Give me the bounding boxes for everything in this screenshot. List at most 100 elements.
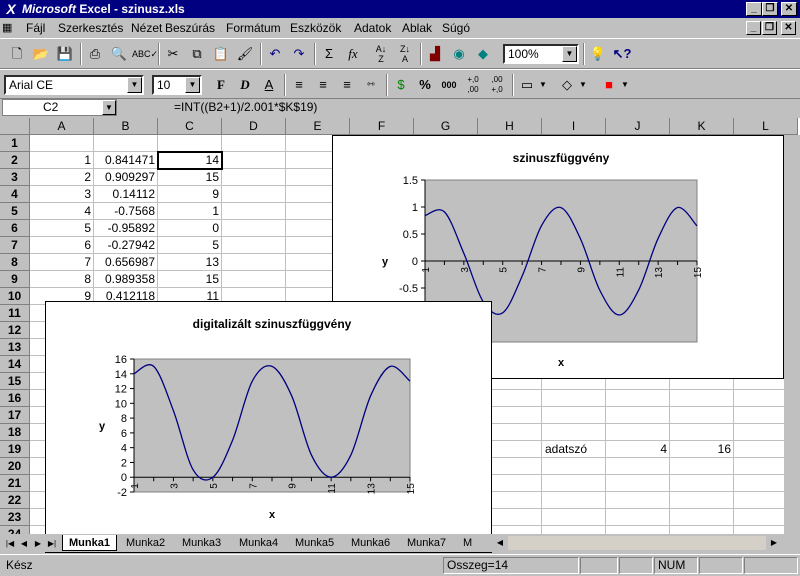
menu-view[interactable]: Nézet [131,18,162,38]
row-header-12[interactable]: 12 [0,322,30,339]
percent-button[interactable]: % [414,74,436,96]
column-header-h[interactable]: H [478,118,542,135]
menu-window[interactable]: Ablak [402,18,432,38]
column-header-d[interactable]: D [222,118,286,135]
cell[interactable]: 7 [30,254,94,271]
sheet-tab-more[interactable]: M [457,535,478,551]
excel-icon[interactable]: X [3,1,19,17]
decrease-decimal-button[interactable]: ,00 +,0 [486,74,508,96]
menu-tools[interactable]: Eszközök [290,18,341,38]
close-button[interactable]: ✕ [781,2,797,16]
cell[interactable]: 5 [158,237,222,254]
column-header-i[interactable]: I [542,118,606,135]
cell[interactable]: 0 [158,220,222,237]
menu-help[interactable]: Súgó [442,18,470,38]
cell[interactable]: adatszó [542,441,606,458]
row-header-14[interactable]: 14 [0,356,30,373]
menu-file[interactable]: Fájl [26,18,45,38]
currency-icon[interactable]: $ [390,74,412,96]
column-header-j[interactable]: J [606,118,670,135]
minimize-button[interactable]: _ [746,2,762,16]
cell[interactable]: 2 [30,169,94,186]
cell[interactable]: 13 [158,254,222,271]
help-icon[interactable]: ↖? [611,43,633,65]
column-header-c[interactable]: C [158,118,222,135]
font-name-select[interactable]: Arial CE ▼ [4,75,144,95]
increase-decimal-button[interactable]: +,0 ,00 [462,74,484,96]
first-sheet-icon[interactable]: |◀ [4,537,16,550]
italic-button[interactable]: D [234,74,256,96]
doc-minimize-button[interactable]: _ [746,21,761,35]
cell[interactable]: 0.656987 [94,254,158,271]
row-header-7[interactable]: 7 [0,237,30,254]
redo-icon[interactable]: ↷ [288,43,310,65]
chevron-down-icon[interactable]: ▼ [102,100,116,115]
cell[interactable]: 16 [670,441,734,458]
row-header-2[interactable]: 2 [0,152,30,169]
sheet-tab-munka6[interactable]: Munka6 [345,535,396,551]
sheet-tab-munka2[interactable]: Munka2 [120,535,171,551]
formula-input[interactable]: =INT((B2+1)/2.001*$K$19) [170,99,800,116]
sheet-tab-munka4[interactable]: Munka4 [233,535,284,551]
chart-digitized[interactable]: digitalizált szinuszfüggvény -2 0 2 4 6 8 10 12 1… [45,301,492,553]
cell[interactable]: 0.14112 [94,186,158,203]
chevron-down-icon[interactable]: ▼ [562,46,577,62]
cell[interactable]: 0.841471 [94,152,158,169]
spelling-icon[interactable]: ABC✓ [132,43,158,65]
cell[interactable]: 15 [158,271,222,288]
row-header-24[interactable]: 24 [0,526,30,534]
horizontal-scrollbar[interactable] [508,536,766,550]
name-box[interactable]: C2 ▼ [2,99,117,116]
underline-button[interactable]: A [258,74,280,96]
fill-color-icon[interactable]: ◇ [556,74,578,96]
chart-wizard-icon[interactable]: ▟ [424,43,446,65]
cell[interactable]: 9 [158,186,222,203]
row-header-20[interactable]: 20 [0,458,30,475]
chevron-right-icon[interactable]: ▶ [768,536,780,549]
row-header-13[interactable]: 13 [0,339,30,356]
column-header-f[interactable]: F [350,118,414,135]
menu-data[interactable]: Adatok [354,18,391,38]
sheet-tab-munka5[interactable]: Munka5 [289,535,340,551]
row-header-17[interactable]: 17 [0,407,30,424]
row-header-1[interactable]: 1 [0,135,30,152]
merge-center-icon[interactable]: ⇿ [360,74,382,96]
print-icon[interactable]: ⎙ [84,43,106,65]
restore-button[interactable]: ❐ [762,2,778,16]
row-header-11[interactable]: 11 [0,305,30,322]
sort-descending-icon[interactable]: Z↓ A [394,43,416,65]
row-header-6[interactable]: 6 [0,220,30,237]
cell[interactable]: -0.27942 [94,237,158,254]
menu-insert[interactable]: Beszúrás [165,18,215,38]
sheet-tab-munka3[interactable]: Munka3 [176,535,227,551]
undo-icon[interactable]: ↶ [264,43,286,65]
font-size-select[interactable]: 10 ▼ [152,75,202,95]
cut-icon[interactable]: ✂ [162,43,184,65]
column-header-b[interactable]: B [94,118,158,135]
copy-icon[interactable]: ⧉ [186,43,208,65]
cell[interactable]: -0.95892 [94,220,158,237]
prev-sheet-icon[interactable]: ◀ [18,537,30,550]
row-header-4[interactable]: 4 [0,186,30,203]
cell[interactable]: 15 [158,169,222,186]
format-painter-icon[interactable]: 🖌 [234,43,256,65]
row-header-21[interactable]: 21 [0,475,30,492]
next-sheet-icon[interactable]: ▶ [32,537,44,550]
row-header-5[interactable]: 5 [0,203,30,220]
row-header-23[interactable]: 23 [0,509,30,526]
row-header-10[interactable]: 10 [0,288,30,305]
row-header-3[interactable]: 3 [0,169,30,186]
tip-wizard-icon[interactable]: 💡 [587,43,609,65]
zoom-select[interactable]: 100% ▼ [503,44,579,64]
cell[interactable]: 4 [30,203,94,220]
chevron-down-icon[interactable]: ▼ [620,74,630,96]
doc-close-button[interactable]: ✕ [781,21,796,35]
open-icon[interactable]: 📂 [30,43,52,65]
align-right-icon[interactable]: ≡ [336,74,358,96]
select-all-button[interactable] [0,118,30,135]
menu-edit[interactable]: Szerkesztés [58,18,123,38]
sheet-tab-munka7[interactable]: Munka7 [401,535,452,551]
menu-format[interactable]: Formátum [226,18,281,38]
row-header-22[interactable]: 22 [0,492,30,509]
chevron-down-icon[interactable]: ▼ [127,77,142,93]
